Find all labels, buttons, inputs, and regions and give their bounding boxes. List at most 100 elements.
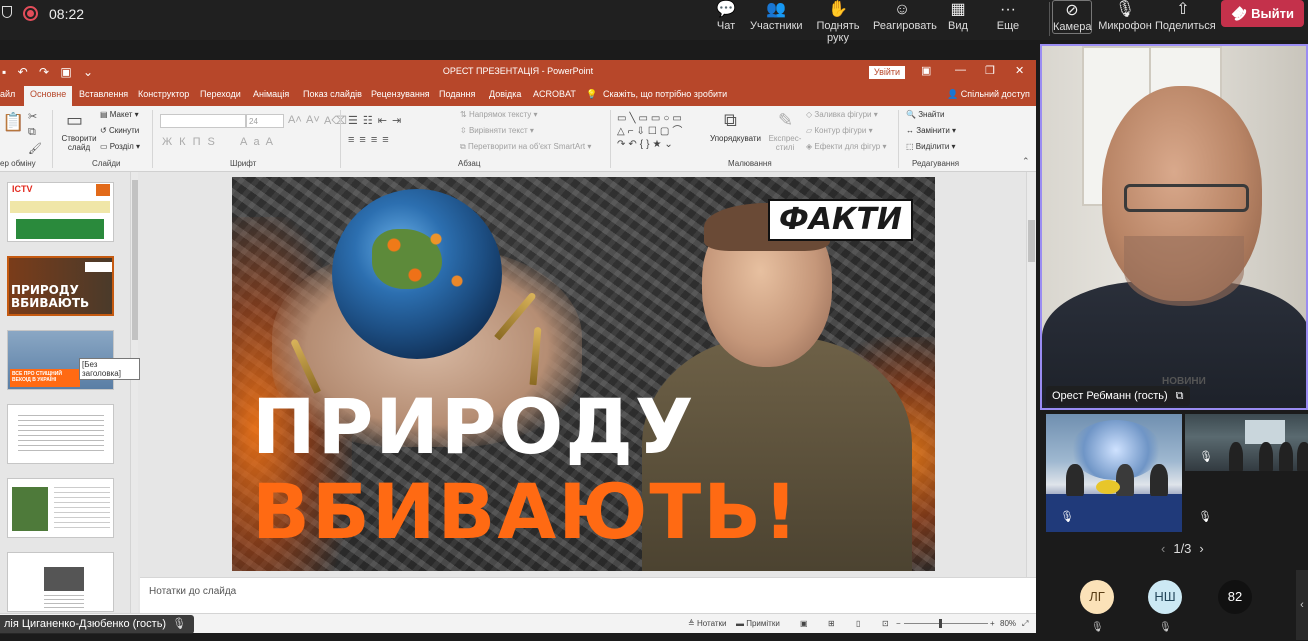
person-shape	[1229, 442, 1243, 471]
chevron-right-icon[interactable]: ›	[1199, 541, 1203, 556]
tab-home[interactable]: Основне	[24, 86, 73, 106]
speaker-video[interactable]: НОВИНИ	[1040, 44, 1308, 410]
shape-fill-button[interactable]: ◇ Заливка фігури ▾	[806, 110, 878, 119]
tab-view[interactable]: Подання	[439, 89, 475, 99]
replace-button[interactable]: ↔ Замінити ▾	[906, 126, 956, 135]
phone-icon: ☎	[1228, 2, 1251, 25]
share-button[interactable]: ⇧ Поделиться	[1155, 0, 1216, 40]
zoom-in-icon[interactable]: +	[990, 619, 995, 628]
zoom-level[interactable]: 80%	[1000, 619, 1016, 628]
chevron-left-icon[interactable]: ‹	[1161, 541, 1165, 556]
restore-icon[interactable]: ❐	[985, 64, 995, 77]
more-button[interactable]: ··· Еще	[994, 0, 1022, 40]
fit-slide-icon[interactable]: ⤢	[1022, 619, 1028, 629]
slide-headline-line2: ВБИВАЮТЬ!	[252, 467, 800, 556]
shapes-gallery[interactable]: ▭╲▭▭○▭ △⌐⇩☐▢⌒ ↷↶{}★⌄	[617, 112, 697, 151]
shrink-font-icon[interactable]: A˅	[306, 114, 320, 126]
slideshow-view-icon[interactable]: ⊡	[882, 619, 889, 628]
zoom-slider-knob[interactable]	[939, 619, 942, 628]
clear-format-icon[interactable]: A⌫	[324, 114, 347, 127]
find-button[interactable]: 🔍 Знайти	[906, 110, 945, 119]
signin-button[interactable]: Увійти	[869, 66, 905, 79]
tell-me-search[interactable]: Скажіть, що потрібно зробити	[603, 89, 727, 99]
leave-button[interactable]: ☎Выйти	[1221, 0, 1304, 27]
tab-slideshow[interactable]: Показ слайдів	[303, 89, 362, 99]
tab-animations[interactable]: Анімація	[253, 89, 289, 99]
select-button[interactable]: ⬚ Виділити ▾	[906, 142, 956, 151]
new-slide-icon[interactable]: ▭	[66, 110, 83, 131]
camera-button[interactable]: ⊘ Камера	[1052, 0, 1092, 34]
scrollbar-thumb[interactable]	[1028, 220, 1035, 262]
thumb-slide-2[interactable]: ПРИРОДУ ВБИВАЮТЬ	[7, 256, 114, 316]
font-size-box[interactable]: 24	[246, 114, 284, 128]
avatar[interactable]: ЛГ	[1080, 580, 1114, 614]
font-name-box[interactable]	[160, 114, 246, 128]
tab-file[interactable]: айл	[0, 89, 15, 99]
layout-button[interactable]: ▤ Макет ▾	[100, 110, 139, 119]
participant-video-2[interactable]: 🎙	[1185, 414, 1308, 471]
chevron-left-icon[interactable]: ‹	[1296, 570, 1308, 640]
quick-styles-icon[interactable]: ✎	[778, 110, 793, 131]
collapse-ribbon-icon[interactable]: ⌃	[1022, 156, 1030, 167]
participant-video-1[interactable]: 🎙	[1046, 414, 1182, 532]
quick-styles-button[interactable]: Експрес-стилі	[768, 134, 802, 152]
tab-help[interactable]: Довідка	[489, 89, 521, 99]
current-slide[interactable]: ФАКТИ ПРИРОДУ ВБИВАЮТЬ!	[232, 177, 935, 571]
minimize-icon[interactable]: —	[955, 64, 966, 76]
reset-button[interactable]: ↺ Скинути	[100, 126, 139, 135]
zoom-out-icon[interactable]: −	[896, 619, 901, 628]
participants-button[interactable]: 👥 Участники	[750, 0, 803, 40]
normal-view-icon[interactable]: ▣	[800, 619, 808, 628]
zoom-slider[interactable]	[904, 623, 988, 624]
shape-outline-button[interactable]: ▱ Контур фігури ▾	[806, 126, 873, 135]
avatar[interactable]: 82	[1218, 580, 1252, 614]
thumb-slide-1[interactable]: ICTV	[7, 182, 114, 242]
raise-hand-button[interactable]: ✋ Поднять руку	[805, 0, 871, 44]
new-slide-button[interactable]: Створити слайд	[60, 134, 98, 152]
section-button[interactable]: ▭ Розділ ▾	[100, 142, 140, 151]
format-painter-icon[interactable]: 🖌	[28, 142, 42, 155]
sorter-view-icon[interactable]: ⊞	[828, 619, 835, 628]
view-button[interactable]: ▦ Вид	[944, 0, 972, 40]
paste-icon[interactable]: 📋	[2, 112, 24, 133]
scrollbar-thumb[interactable]	[132, 180, 138, 340]
thumb-slide-4[interactable]	[7, 404, 114, 464]
avatar[interactable]: НШ	[1148, 580, 1182, 614]
react-button[interactable]: ☺ Реагировать	[873, 0, 937, 40]
tab-review[interactable]: Рецензування	[371, 89, 430, 99]
microphone-button[interactable]: 🎙 Микрофон	[1098, 0, 1152, 40]
editor-scrollbar[interactable]	[1026, 172, 1036, 577]
tab-insert[interactable]: Вставлення	[79, 89, 128, 99]
copy-icon[interactable]: ⧉	[28, 126, 36, 139]
font-style-icons[interactable]: ЖКПS	[162, 136, 222, 148]
thumbnails-scrollbar[interactable]	[130, 172, 138, 613]
tab-acrobat[interactable]: ACROBAT	[533, 89, 576, 99]
thumb-slide-5[interactable]	[7, 478, 114, 538]
tab-transitions[interactable]: Переходи	[200, 89, 241, 99]
thumb-slide-6[interactable]	[7, 552, 114, 612]
shield-icon	[2, 6, 12, 18]
arrange-icon[interactable]: ⧉	[724, 110, 737, 131]
fakty-logo-icon	[96, 184, 110, 196]
tab-design[interactable]: Конструктор	[138, 89, 189, 99]
list-icons[interactable]: ☰☷⇤⇥	[348, 114, 406, 127]
comments-toggle[interactable]: ▬ Примітки	[736, 619, 780, 628]
ribbon-display-icon[interactable]: ▣	[921, 64, 931, 77]
pin-icon[interactable]: ⧉	[1176, 390, 1184, 402]
shape-effects-button[interactable]: ◈ Ефекти для фігур ▾	[806, 142, 886, 151]
camera-off-icon: ⊘	[1065, 2, 1079, 19]
close-icon[interactable]: ✕	[1015, 64, 1024, 77]
reading-view-icon[interactable]: ▯	[856, 619, 860, 628]
align-icons[interactable]: ≡≡≡≡	[348, 134, 394, 146]
font-color-icons[interactable]: АаА	[240, 136, 279, 148]
arrange-button[interactable]: Упорядкувати	[710, 134, 761, 143]
notes-pane[interactable]: Нотатки до слайда	[140, 577, 1036, 613]
share-document-button[interactable]: 👤 Спільний доступ	[947, 89, 1030, 100]
notes-toggle[interactable]: ≜ Нотатки	[688, 619, 726, 628]
text-direction-button[interactable]: ⇅ Напрямок тексту ▾	[460, 110, 537, 119]
grow-font-icon[interactable]: A˄	[288, 114, 302, 126]
align-text-button[interactable]: ⇳ Вирівняти текст ▾	[460, 126, 534, 135]
chat-button[interactable]: 💬 Чат	[712, 0, 740, 40]
cut-icon[interactable]: ✂	[28, 110, 37, 123]
smartart-button[interactable]: ⧉ Перетворити на об'єкт SmartArt ▾	[460, 142, 591, 152]
